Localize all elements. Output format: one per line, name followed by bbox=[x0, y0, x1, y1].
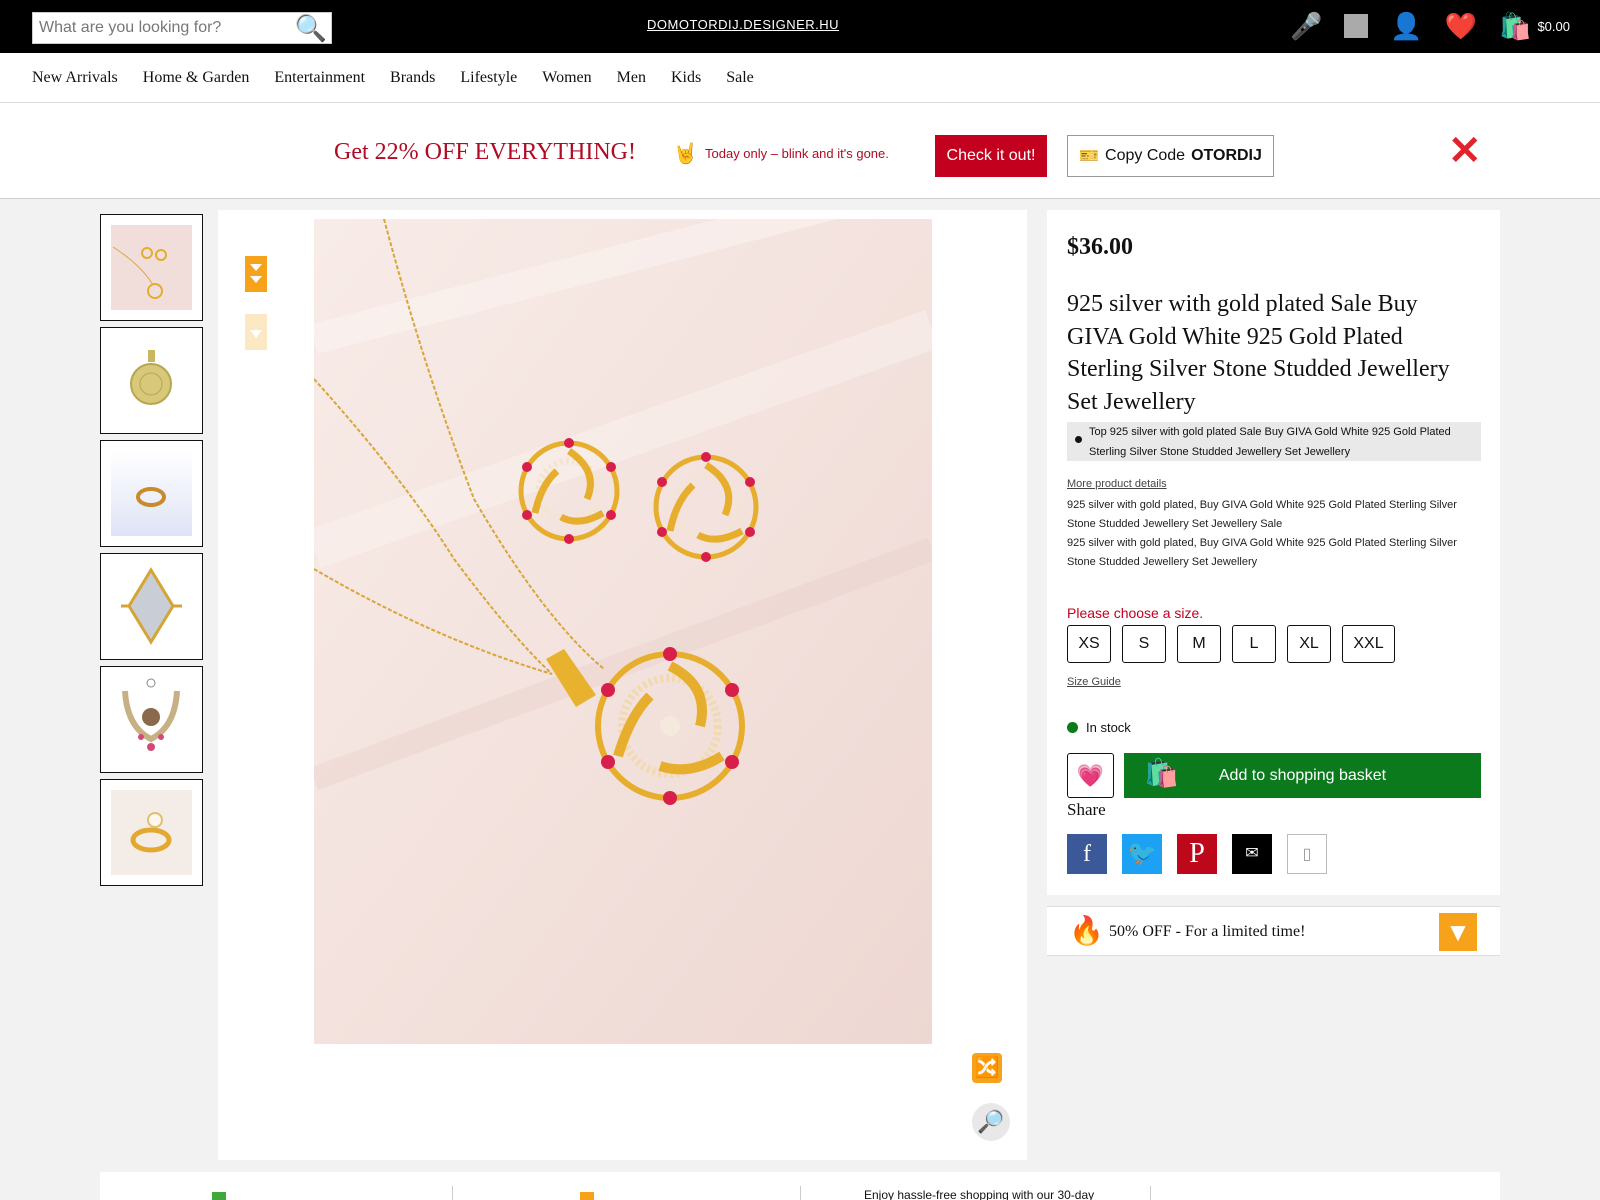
promo-subtitle: Today only – blink and it's gone. bbox=[705, 146, 889, 161]
thumbnail-list bbox=[100, 214, 203, 892]
nav-item-home-garden[interactable]: Home & Garden bbox=[143, 69, 250, 87]
nav-item-kids[interactable]: Kids bbox=[671, 69, 701, 87]
search-icon[interactable]: 🔍 bbox=[295, 13, 327, 43]
site-name-link[interactable]: DOMOTORDIJ.DESIGNER.HU bbox=[647, 17, 839, 32]
nav-item-lifestyle[interactable]: Lifestyle bbox=[460, 69, 517, 87]
ticket-icon: 🎫 bbox=[1079, 148, 1100, 165]
thumbnail-bridal-necklace[interactable] bbox=[100, 666, 203, 773]
thumbnail-diamond-ring[interactable] bbox=[100, 553, 203, 660]
heart-icon[interactable]: ❤️ bbox=[1445, 8, 1477, 44]
product-tag: Top 925 silver with gold plated Sale Buy… bbox=[1067, 422, 1481, 461]
placeholder-square-icon[interactable] bbox=[1344, 14, 1369, 38]
nav-item-new-arrivals[interactable]: New Arrivals bbox=[32, 69, 118, 87]
rock-hand-icon: 🤘 bbox=[673, 143, 698, 165]
stock-text: In stock bbox=[1086, 720, 1131, 735]
bullet-dot bbox=[1075, 436, 1082, 443]
necklace-set-image bbox=[111, 225, 192, 310]
nav-item-men[interactable]: Men bbox=[617, 69, 646, 87]
gallery-up-arrow-icon[interactable] bbox=[245, 256, 267, 292]
pearl-ring-image bbox=[111, 790, 192, 875]
bridal-necklace-image bbox=[111, 677, 192, 762]
share-other-icon[interactable]: ▯ bbox=[1287, 834, 1327, 874]
zoom-icon[interactable]: 🔎 bbox=[972, 1103, 1010, 1141]
twitter-icon[interactable]: 🐦 bbox=[1122, 834, 1162, 874]
gallery-down-arrow-icon[interactable] bbox=[245, 314, 267, 350]
add-to-basket-button[interactable]: 🛍️ Add to shopping basket bbox=[1124, 753, 1481, 798]
nav-item-entertainment[interactable]: Entertainment bbox=[274, 69, 365, 87]
size-option-xs[interactable]: XS bbox=[1067, 625, 1111, 663]
ring-band-image bbox=[111, 451, 192, 536]
size-selector: XS S M L XL XXL bbox=[1067, 625, 1406, 663]
benefits-strip: Enjoy hassle-free shopping with our 30-d… bbox=[100, 1172, 1500, 1200]
thumbnail-pearl-ring[interactable] bbox=[100, 779, 203, 886]
in-stock-dot-icon bbox=[1067, 722, 1078, 733]
size-option-s[interactable]: S bbox=[1122, 625, 1166, 663]
close-icon[interactable]: ✕ bbox=[1448, 131, 1482, 171]
product-description: 925 silver with gold plated, Buy GIVA Go… bbox=[1067, 496, 1477, 572]
nav-item-sale[interactable]: Sale bbox=[726, 69, 754, 87]
share-label: Share bbox=[1067, 800, 1106, 819]
diamond-ring-image bbox=[111, 564, 192, 649]
product-main-image bbox=[314, 219, 932, 1044]
product-price: $36.00 bbox=[1067, 234, 1133, 260]
size-option-l[interactable]: L bbox=[1232, 625, 1276, 663]
coin-pendant-image bbox=[111, 338, 192, 423]
thumbnail-necklace-set[interactable] bbox=[100, 214, 203, 321]
chevron-down-icon[interactable]: ▼ bbox=[1439, 913, 1477, 951]
add-to-basket-label: Add to shopping basket bbox=[1218, 766, 1387, 784]
product-title: 925 silver with gold plated Sale Buy GIV… bbox=[1067, 291, 1450, 415]
nav-item-brands[interactable]: Brands bbox=[390, 69, 435, 87]
heart-icon: 💗 bbox=[1076, 763, 1105, 788]
promo-banner: Get 22% OFF EVERYTHING! 🤘 Today only – b… bbox=[0, 103, 1600, 199]
copy-code-button[interactable]: 🎫 Copy Code OTORDIJ bbox=[1067, 135, 1274, 177]
promo-code: OTORDIJ bbox=[1191, 147, 1262, 164]
share-buttons: f 🐦 P ✉ ▯ bbox=[1067, 834, 1342, 874]
copy-code-label: Copy Code bbox=[1105, 147, 1186, 164]
benefit-icon-1 bbox=[212, 1192, 226, 1200]
top-bar: 🔍 DOMOTORDIJ.DESIGNER.HU 🎤 👤 ❤️ 🛍️ $0.00 bbox=[0, 0, 1600, 53]
more-details-link[interactable]: More product details bbox=[1067, 478, 1167, 490]
limited-offer-banner[interactable]: 🔥 50% OFF - For a limited time! ▼ bbox=[1047, 906, 1500, 956]
size-prompt: Please choose a size. bbox=[1067, 605, 1204, 621]
cart-total[interactable]: $0.00 bbox=[1537, 19, 1570, 34]
search-box: 🔍 bbox=[32, 12, 332, 44]
shopping-bag-icon: 🛍️ bbox=[1144, 757, 1179, 788]
pinterest-icon[interactable]: P bbox=[1177, 834, 1217, 874]
returns-text: Enjoy hassle-free shopping with our 30-d… bbox=[864, 1188, 1095, 1200]
stock-status: In stock bbox=[1067, 720, 1131, 735]
thumbnail-coin-pendant[interactable] bbox=[100, 327, 203, 434]
size-option-m[interactable]: M bbox=[1177, 625, 1221, 663]
main-image-panel: 🔀 🔎 bbox=[218, 210, 1027, 1160]
wishlist-button[interactable]: 💗 bbox=[1067, 753, 1114, 798]
shopping-bag-icon[interactable]: 🛍️ bbox=[1499, 8, 1531, 44]
offer-text: 50% OFF - For a limited time! bbox=[1109, 923, 1306, 940]
email-icon[interactable]: ✉ bbox=[1232, 834, 1272, 874]
user-icon[interactable]: 👤 bbox=[1390, 8, 1422, 44]
description-line-1: 925 silver with gold plated, Buy GIVA Go… bbox=[1067, 499, 1457, 530]
divider bbox=[1150, 1186, 1151, 1200]
fire-icon: 🔥 bbox=[1069, 915, 1104, 946]
facebook-icon[interactable]: f bbox=[1067, 834, 1107, 874]
product-tag-text: Top 925 silver with gold plated Sale Buy… bbox=[1089, 426, 1451, 458]
search-input[interactable] bbox=[33, 13, 283, 43]
main-nav: New Arrivals Home & Garden Entertainment… bbox=[0, 53, 1600, 103]
divider bbox=[800, 1186, 801, 1200]
nav-item-women[interactable]: Women bbox=[542, 69, 591, 87]
check-it-out-button[interactable]: Check it out! bbox=[935, 135, 1047, 177]
description-line-2: 925 silver with gold plated, Buy GIVA Go… bbox=[1067, 537, 1457, 568]
size-option-xxl[interactable]: XXL bbox=[1342, 625, 1395, 663]
benefit-icon-2 bbox=[580, 1192, 594, 1200]
header-icons: 🎤 👤 ❤️ 🛍️ $0.00 bbox=[1268, 8, 1570, 44]
shuffle-icon[interactable]: 🔀 bbox=[972, 1053, 1002, 1083]
divider bbox=[452, 1186, 453, 1200]
product-info-panel: $36.00 925 silver with gold plated Sale … bbox=[1047, 210, 1500, 895]
promo-title: Get 22% OFF EVERYTHING! bbox=[334, 139, 636, 165]
microphone-icon[interactable]: 🎤 bbox=[1290, 8, 1322, 44]
size-guide-link[interactable]: Size Guide bbox=[1067, 676, 1121, 688]
size-option-xl[interactable]: XL bbox=[1287, 625, 1331, 663]
thumbnail-ring-band[interactable] bbox=[100, 440, 203, 547]
